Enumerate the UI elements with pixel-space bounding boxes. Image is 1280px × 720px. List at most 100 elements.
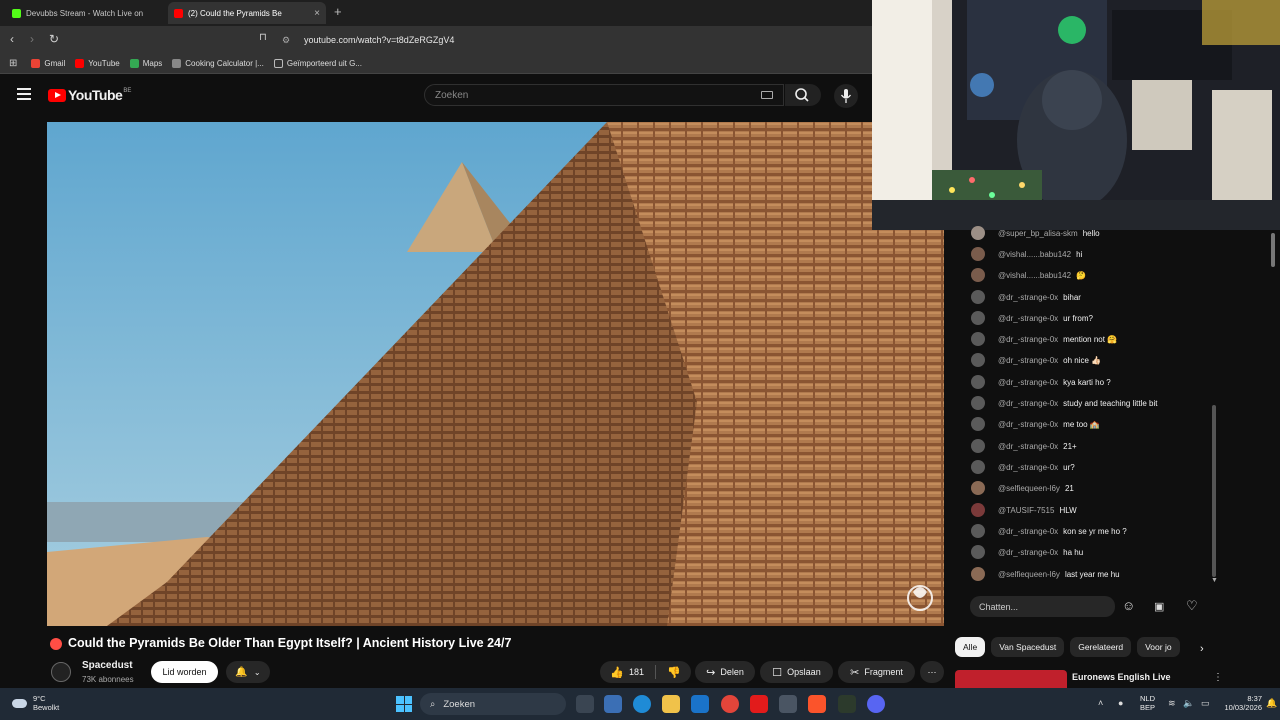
chat-message: @dr_-strange-0x 21+ (971, 438, 1077, 454)
chip-for-you[interactable]: Voor jo (1137, 637, 1180, 657)
save-button[interactable]: ☐ Opslaan (760, 661, 833, 683)
tray-app-icon[interactable]: ● (1118, 698, 1123, 708)
scrollbar-thumb[interactable] (1271, 233, 1275, 267)
heart-icon[interactable]: ♡ (1186, 598, 1198, 614)
chat-scrollbar[interactable] (1212, 405, 1216, 577)
avatar (971, 417, 985, 431)
search-button[interactable] (785, 84, 821, 106)
close-tab-icon[interactable]: × (314, 8, 320, 19)
youtube-play-icon (48, 88, 66, 102)
search-icon: ⌕ (430, 698, 436, 710)
chat-message: @dr_-strange-0x mention not 🤗 (971, 331, 1117, 347)
super-chat-icon[interactable]: ▣ (1154, 600, 1164, 613)
more-actions-button[interactable]: ⋯ (920, 661, 944, 683)
new-tab-button[interactable]: + (334, 4, 342, 19)
system-clock[interactable]: 8:37 10/03/2026 (1222, 694, 1262, 712)
youtube-logo[interactable]: YouTube BE (48, 87, 131, 103)
channel-name[interactable]: Spacedust (82, 660, 133, 671)
notification-button[interactable]: 🔔 ⌄ (226, 661, 270, 683)
avatar (971, 268, 985, 282)
page-scrollbar[interactable] (1266, 230, 1280, 688)
avatar (971, 567, 985, 581)
clip-button[interactable]: ✂ Fragment (838, 661, 915, 683)
like-icon[interactable]: 👍 (610, 666, 624, 679)
tab-title: Devubbs Stream - Watch Live on (26, 8, 144, 18)
input-language[interactable]: NLD BEP (1140, 694, 1155, 712)
chat-message: @dr_-strange-0x me too 🏫 (971, 416, 1100, 432)
join-button[interactable]: Lid worden (151, 661, 218, 683)
avatar (971, 290, 985, 304)
bookmark-cooking-calculator[interactable]: Cooking Calculator |... (172, 58, 264, 68)
bookmark-icon[interactable]: ⊓ (259, 32, 267, 43)
chrome-icon[interactable] (721, 695, 739, 713)
chip-all[interactable]: Alle (955, 637, 986, 657)
dislike-icon[interactable]: 👎 (667, 666, 681, 679)
voice-search-button[interactable] (834, 84, 858, 108)
calculator-icon (172, 58, 182, 68)
chat-message: @dr_-strange-0x kya karti ho ? (971, 374, 1111, 390)
back-icon[interactable]: ‹ (10, 32, 14, 46)
chat-message: @dr_-strange-0x ur? (971, 459, 1075, 475)
url-field[interactable]: ⚙ youtube.com/watch?v=t8dZeRGZgV4 (282, 32, 864, 48)
chat-message: @dr_-strange-0x kon se yr me ho ? (971, 523, 1127, 539)
tab-kick-stream[interactable]: Devubbs Stream - Watch Live on (6, 2, 162, 24)
avatar (971, 545, 985, 559)
calculator-app-icon[interactable] (779, 695, 797, 713)
wifi-icon[interactable]: ≋ (1168, 698, 1176, 709)
tray-chevron-up-icon[interactable]: ˄ (1098, 698, 1103, 708)
chat-message: @super_bp_alisa-skm hello (971, 225, 1100, 241)
like-count[interactable]: 181 (629, 667, 644, 677)
chat-message: @dr_-strange-0x ha hu (971, 544, 1083, 560)
bookmark-folder-imported[interactable]: Geïmporteerd uit G... (273, 58, 362, 68)
bookmark-maps[interactable]: Maps (129, 58, 162, 68)
discord-icon[interactable] (867, 695, 885, 713)
share-button[interactable]: ↪ Delen (695, 661, 755, 683)
task-view-icon[interactable] (576, 695, 594, 713)
start-button[interactable] (396, 696, 412, 712)
more-vertical-icon[interactable]: ⋮ (1213, 672, 1223, 683)
chat-message: @dr_-strange-0x bihar (971, 289, 1081, 305)
avatar (971, 460, 985, 474)
menu-icon[interactable] (17, 88, 31, 103)
chat-message: @dr_-strange-0x oh nice 👍🏻 (971, 352, 1101, 368)
apps-grid-icon[interactable]: ⊞ (9, 58, 17, 69)
chip-related[interactable]: Gerelateerd (1070, 637, 1132, 657)
widgets-icon[interactable] (604, 695, 622, 713)
scroll-down-icon[interactable]: ▼ (1211, 577, 1218, 584)
url-text: youtube.com/watch?v=t8dZeRGZgV4 (304, 35, 455, 45)
chat-message: @TAUSIF-7515 HLW (971, 502, 1077, 518)
share-icon: ↪ (706, 666, 716, 679)
keyboard-icon[interactable] (761, 91, 773, 99)
related-video-thumbnail[interactable] (955, 670, 1067, 688)
channel-avatar[interactable] (51, 662, 71, 682)
chat-message: @vishal......babu142 🤔 (971, 267, 1086, 283)
bookmark-youtube[interactable]: YouTube (75, 58, 120, 68)
volume-icon[interactable]: 🔈 (1183, 698, 1194, 709)
search-input[interactable]: Zoeken (424, 84, 784, 106)
site-info-icon[interactable]: ⚙ (282, 35, 296, 46)
weather-widget[interactable]: 9°C Bewolkt (12, 694, 59, 712)
file-explorer-icon[interactable] (662, 695, 680, 713)
edge-icon[interactable] (633, 695, 651, 713)
chevron-right-icon[interactable]: › (1200, 643, 1204, 655)
bookmark-gmail[interactable]: Gmail (31, 58, 65, 68)
tab-youtube-video[interactable]: (2) Could the Pyramids Be × (168, 2, 326, 24)
kick-app-icon[interactable] (838, 695, 856, 713)
notification-bell-icon[interactable]: 🔔 (1266, 698, 1277, 709)
related-video-title[interactable]: Euronews English Live (1072, 672, 1171, 682)
reload-icon[interactable]: ↻ (49, 32, 59, 46)
brave-icon[interactable] (808, 695, 826, 713)
live-indicator-icon (50, 638, 62, 650)
divider (655, 665, 657, 679)
battery-icon[interactable]: ▭ (1201, 698, 1210, 709)
video-player[interactable] (47, 122, 944, 626)
chip-from-channel[interactable]: Van Spacedust (991, 637, 1065, 657)
outlook-icon[interactable] (691, 695, 709, 713)
youtube-app-icon[interactable] (750, 695, 768, 713)
emoji-icon[interactable]: ☺ (1122, 598, 1135, 613)
forward-icon[interactable]: › (30, 32, 34, 46)
scissors-icon: ✂ (850, 666, 860, 679)
chat-input[interactable]: Chatten... (970, 596, 1115, 617)
microphone-icon (840, 89, 852, 103)
taskbar-search[interactable]: ⌕ Zoeken (420, 693, 566, 715)
